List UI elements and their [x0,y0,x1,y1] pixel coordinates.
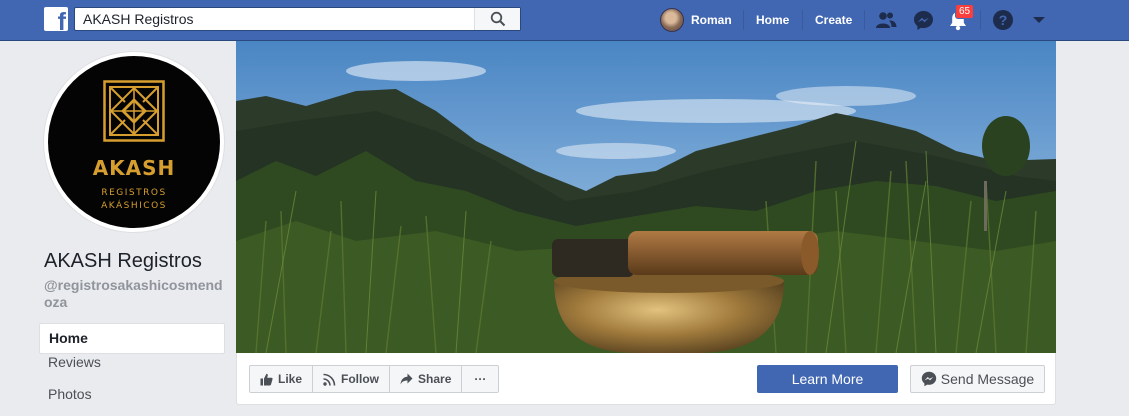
avatar [660,8,684,32]
follow-label: Follow [341,372,380,386]
logo-subtitle-line1: REGISTROS [101,188,167,198]
create-link[interactable]: Create [815,0,852,40]
side-nav-home[interactable]: Home [39,323,225,354]
account-menu-button[interactable] [1027,8,1051,32]
follow-button[interactable]: Follow [313,366,391,392]
logo-subtitle-line2: AKÁSHICOS [101,201,167,211]
cover-image [236,41,1056,353]
rss-icon [323,373,336,386]
send-message-button[interactable]: Send Message [910,365,1045,393]
dropdown-arrow-icon [1033,17,1045,23]
facebook-logo[interactable]: f [44,7,68,31]
home-link[interactable]: Home [756,0,789,40]
search-box [74,7,521,31]
search-input[interactable] [75,8,474,30]
help-icon: ? [993,10,1013,30]
friends-icon [876,12,897,28]
page-username[interactable]: @registrosakashicosmendoza [44,277,229,311]
cover-photo[interactable] [236,41,1056,353]
divider [980,10,981,30]
search-button[interactable] [474,8,520,30]
messenger-button[interactable] [911,8,935,32]
top-navigation-bar: f Roman Home Create [0,0,1129,41]
svg-text:?: ? [999,12,1008,28]
messenger-icon [921,371,936,387]
notification-badge: 65 [955,4,975,19]
side-nav-reviews[interactable]: Reviews [39,354,225,386]
help-button[interactable]: ? [991,8,1015,32]
more-options-icon: ··· [474,372,487,386]
logo-text: AKASH [92,156,176,180]
search-icon [490,11,505,27]
page-profile-picture[interactable]: AKASH REGISTROS AKÁSHICOS [44,52,224,232]
create-label: Create [815,13,853,27]
divider [864,10,865,30]
send-message-label: Send Message [940,371,1035,387]
share-arrow-icon [400,373,413,385]
profile-name: Roman [691,13,732,27]
friend-requests-button[interactable] [874,8,898,32]
thumbs-up-icon [260,373,273,385]
more-options-button[interactable]: ··· [462,366,498,392]
page-logo: AKASH REGISTROS AKÁSHICOS [48,56,220,228]
divider [743,10,744,30]
share-button[interactable]: Share [390,366,463,392]
page-side-navigation: Home Reviews Photos [39,323,225,416]
page-action-bar: Like Follow Share ··· Learn More Send Me… [236,353,1056,405]
page-title[interactable]: AKASH Registros [44,250,202,273]
messenger-icon [913,10,933,30]
like-label: Like [278,372,303,386]
divider [802,10,803,30]
profile-link[interactable]: Roman [660,0,732,40]
learn-more-button[interactable]: Learn More [757,365,898,393]
facebook-logo-letter: f [57,8,66,32]
side-nav-photos[interactable]: Photos [39,386,225,416]
page-action-buttons: Like Follow Share ··· [249,365,500,393]
home-label: Home [756,13,790,27]
share-label: Share [418,372,452,386]
geometric-logo-icon [103,80,165,142]
like-button[interactable]: Like [250,366,314,392]
